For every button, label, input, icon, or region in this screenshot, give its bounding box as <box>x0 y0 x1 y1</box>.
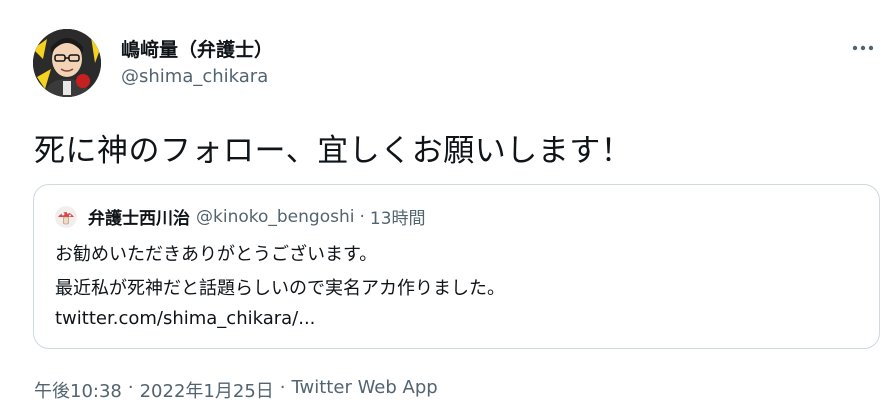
tweet: 嶋﨑量（弁護士） @shima_chikara 死に神のフォロー、宜しくお願いし… <box>0 0 881 414</box>
author-display-name[interactable]: 嶋﨑量（弁護士） <box>121 35 273 62</box>
quoted-link-text[interactable]: twitter.com/shima_chikara/... <box>55 308 315 329</box>
meta-separator: · <box>127 377 134 398</box>
tweet-time[interactable]: 午後10:38 <box>34 377 122 403</box>
more-button[interactable] <box>848 36 878 60</box>
quoted-author-name[interactable]: 弁護士西川治 <box>88 204 190 229</box>
avatar-illustration-icon <box>33 29 101 97</box>
author-avatar[interactable] <box>33 29 101 97</box>
quoted-separator: · <box>359 206 365 227</box>
quoted-text-line: 最近私が死神だと話題らしいので実名アカ作りました。 <box>55 278 505 299</box>
meta-separator: · <box>279 377 286 398</box>
tweet-date[interactable]: 2022年1月25日 <box>140 377 274 403</box>
quoted-tweet-card[interactable]: 弁護士西川治 @kinoko_bengoshi · 13時間 お勧めいただきあり… <box>33 184 880 349</box>
quoted-timestamp[interactable]: 13時間 <box>370 204 426 229</box>
quoted-tweet-header: 弁護士西川治 @kinoko_bengoshi · 13時間 <box>55 204 426 229</box>
quoted-author-handle[interactable]: @kinoko_bengoshi <box>196 207 354 227</box>
more-dots-icon <box>852 45 874 51</box>
quoted-text-line: お勧めいただきありがとうございます。 <box>55 244 378 265</box>
author-handle[interactable]: @shima_chikara <box>121 66 268 87</box>
mushroom-avatar-icon <box>55 205 77 228</box>
tweet-metadata: 午後10:38 · 2022年1月25日 · Twitter Web App <box>34 377 438 403</box>
tweet-source[interactable]: Twitter Web App <box>292 377 438 403</box>
tweet-text: 死に神のフォロー、宜しくお願いします！ <box>34 133 633 169</box>
